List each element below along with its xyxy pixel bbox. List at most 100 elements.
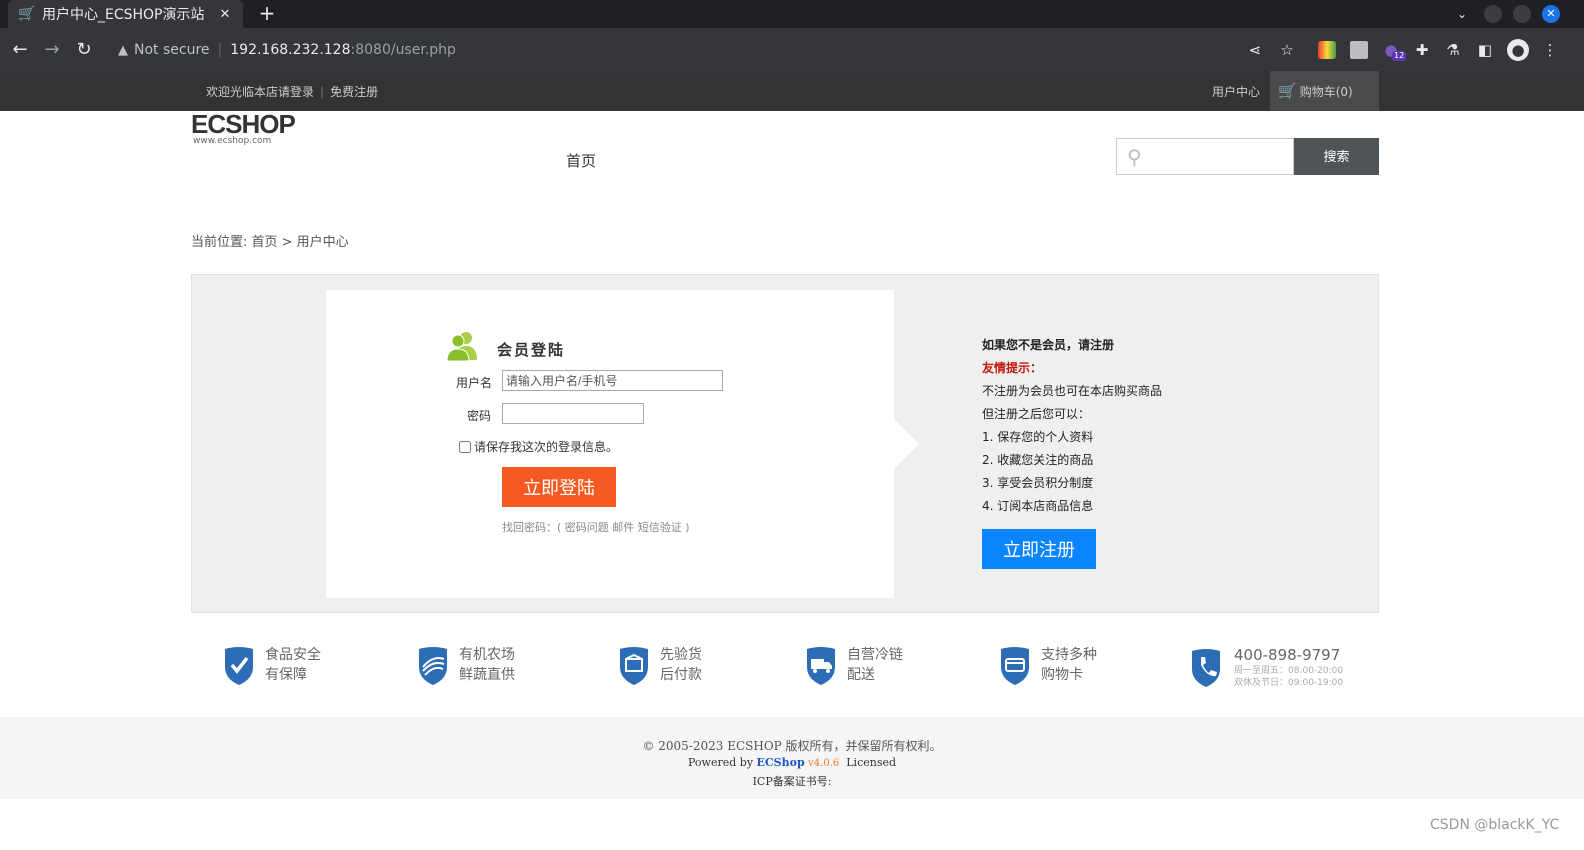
user-center-link[interactable]: 用户中心 <box>1212 83 1260 100</box>
search-input[interactable] <box>1157 145 1287 169</box>
register-line: 但注册之后您可以： <box>982 407 1091 421</box>
phone-shield-icon <box>1192 649 1220 687</box>
login-prompt-link[interactable]: 欢迎光临本店请登录 <box>206 85 314 99</box>
search-button[interactable]: 搜索 <box>1294 138 1379 175</box>
flask-labs-icon[interactable]: ⚗ <box>1444 41 1462 59</box>
search-icon: ⚲ <box>1127 145 1142 169</box>
address-bar[interactable]: ▲ Not secure | 192.168.232.128:8080/user… <box>108 34 1158 66</box>
register-tip: 友情提示： <box>982 361 1043 375</box>
powered-brand-link[interactable]: ECShop <box>757 756 805 769</box>
feature-item: 自营冷链 配送 <box>805 645 903 685</box>
minimize-window-icon[interactable] <box>1484 5 1502 23</box>
remember-me[interactable]: 请保存我这次的登录信息。 <box>459 438 618 455</box>
members-icon <box>446 332 477 362</box>
check-shield-icon <box>225 647 253 685</box>
feature-line1: 食品安全 <box>265 647 321 663</box>
panel-arrow <box>893 418 919 470</box>
remember-checkbox[interactable] <box>459 440 471 453</box>
register-button[interactable]: 立即注册 <box>982 529 1096 569</box>
login-title: 会员登陆 <box>497 341 566 359</box>
free-register-link[interactable]: 免费注册 <box>330 85 378 99</box>
feature-line1: 支持多种 <box>1041 647 1097 663</box>
feature-item: 先验货 后付款 <box>618 645 702 685</box>
register-line: 4. 订阅本店商品信息 <box>982 499 1094 513</box>
reload-icon[interactable]: ↻ <box>72 38 96 62</box>
url-path: :8080/user.php <box>350 42 456 58</box>
bookmark-star-icon[interactable]: ☆ <box>1278 41 1296 59</box>
extension-colorful-icon[interactable] <box>1318 41 1336 59</box>
cart-favicon-icon: 🛒 <box>18 6 36 22</box>
browser-menu-icon[interactable]: ⋮ <box>1541 41 1559 59</box>
back-icon[interactable]: ← <box>8 38 32 62</box>
feature-item: 食品安全 有保障 <box>223 645 321 685</box>
hotline: 400-898-9797 周一至周五：08:00-20:00 双休及节日：09:… <box>1190 645 1343 689</box>
powered-prefix: Powered by <box>687 756 754 769</box>
password-label: 密码 <box>467 409 492 423</box>
hotline-phone: 400-898-9797 <box>1234 646 1341 664</box>
close-window-icon[interactable]: ✕ <box>1542 5 1560 23</box>
login-button[interactable]: 立即登陆 <box>502 467 616 507</box>
truck-shield-icon <box>807 647 835 685</box>
maximize-window-icon[interactable] <box>1513 5 1531 23</box>
forward-icon[interactable]: → <box>40 38 64 62</box>
forgot-password-links[interactable]: 找回密码：( 密码问题 邮件 短信验证 ) <box>502 519 690 535</box>
username-label: 用户名 <box>456 376 493 390</box>
logo-text: ECSHOP <box>191 109 296 139</box>
powered-version: v4.0.6 <box>808 758 840 769</box>
username-input[interactable] <box>502 370 723 391</box>
extension-purple-icon[interactable]: ● 12 <box>1382 41 1407 61</box>
share-icon[interactable]: ⋖ <box>1246 41 1264 59</box>
feature-line2: 后付款 <box>660 667 702 683</box>
footer-icp: ICP备案证书号: <box>752 775 832 788</box>
cart-link[interactable]: 🛒 购物车(0) <box>1270 71 1379 111</box>
watermark: CSDN @blackK_YC <box>1430 817 1560 833</box>
address-divider: | <box>217 42 223 58</box>
register-line: 不注册为会员也可在本店购买商品 <box>982 384 1163 398</box>
nav-home[interactable]: 首页 <box>566 150 596 171</box>
new-tab-icon[interactable]: + <box>256 2 278 24</box>
browser-tab[interactable]: 🛒 用户中心_ECSHOP演示站 ✕ <box>8 0 243 28</box>
browser-toolbar: ← → ↻ ▲ Not secure | 192.168.232.128:808… <box>0 28 1584 71</box>
card-shield-icon <box>1001 647 1029 685</box>
close-tab-icon[interactable]: ✕ <box>217 7 233 22</box>
security-label: Not secure <box>134 42 210 58</box>
tab-search-chevron-icon[interactable]: ⌄ <box>1453 5 1471 23</box>
cart-label: 购物车(0) <box>1299 84 1353 99</box>
farm-shield-icon <box>419 647 447 685</box>
site-footer: © 2005-2023 ECSHOP 版权所有，并保留所有权利。 Powered… <box>0 717 1584 799</box>
powered-suffix: Licensed <box>846 756 897 769</box>
feature-line1: 先验货 <box>660 647 702 663</box>
extension-grey-icon[interactable] <box>1350 41 1368 59</box>
cart-icon: 🛒 <box>1278 82 1297 100</box>
search-box: ⚲ <box>1116 138 1294 175</box>
puzzle-extensions-icon[interactable]: ✚ <box>1413 41 1431 59</box>
side-panel-icon[interactable]: ◧ <box>1476 41 1494 59</box>
feature-item: 支持多种 购物卡 <box>999 645 1097 685</box>
feature-line2: 购物卡 <box>1041 667 1083 683</box>
password-input[interactable] <box>502 403 644 424</box>
footer-copyright: © 2005-2023 ECSHOP 版权所有，并保留所有权利。 <box>642 739 942 753</box>
url-host: 192.168.232.128 <box>230 42 351 58</box>
register-line: 2. 收藏您关注的商品 <box>982 453 1094 467</box>
topbar-divider: | <box>320 85 325 99</box>
login-register-panel: 会员登陆 用户名 密码 请保存我这次的登录信息。 立即登陆 找回密码：( 密码问… <box>191 274 1379 613</box>
hotline-hours: 双休及节日：09:00-19:00 <box>1234 678 1344 688</box>
feature-item: 有机农场 鲜蔬直供 <box>417 645 515 685</box>
tab-title: 用户中心_ECSHOP演示站 <box>42 7 205 23</box>
login-box: 会员登陆 用户名 密码 请保存我这次的登录信息。 立即登陆 找回密码：( 密码问… <box>326 290 894 598</box>
register-heading: 如果您不是会员，请注册 <box>982 338 1115 352</box>
extension-badge: 12 <box>1392 51 1407 61</box>
hotline-hours: 周一至周五：08:00-20:00 <box>1234 666 1344 676</box>
welcome-bar: 欢迎光临本店请登录 | 免费注册 <box>206 83 378 100</box>
remember-label: 请保存我这次的登录信息。 <box>474 440 619 454</box>
browser-tabbar: 🛒 用户中心_ECSHOP演示站 ✕ + ⌄ ✕ <box>0 0 1584 28</box>
site-topbar: 欢迎光临本店请登录 | 免费注册 用户中心 🛒 购物车(0) <box>0 71 1584 111</box>
feature-line2: 鲜蔬直供 <box>459 667 515 683</box>
site-logo[interactable]: ECSHOP www.ecshop.com <box>191 109 296 146</box>
feature-line1: 有机农场 <box>459 647 515 663</box>
profile-avatar-icon[interactable]: ● <box>1507 39 1529 61</box>
feature-line1: 自营冷链 <box>847 647 903 663</box>
box-shield-icon <box>620 647 648 685</box>
register-line: 1. 保存您的个人资料 <box>982 430 1094 444</box>
register-line: 3. 享受会员积分制度 <box>982 476 1094 490</box>
